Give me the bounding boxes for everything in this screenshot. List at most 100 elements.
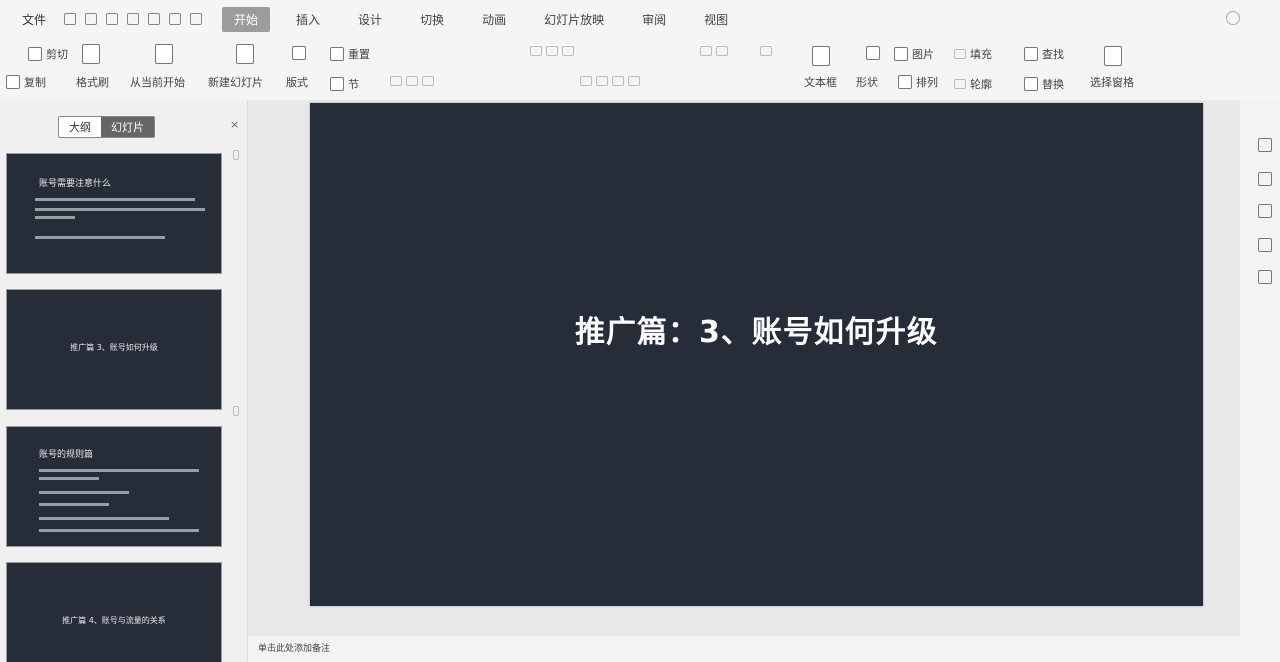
section-button[interactable]: 节 [330, 76, 359, 92]
outline-button[interactable]: 轮廓 [954, 76, 992, 92]
tab-home[interactable]: 开始 [222, 6, 271, 32]
picture-button[interactable]: 图片 [894, 46, 934, 62]
slide-thumbnail-4[interactable]: 推广篇 4、账号与流量的关系 [6, 562, 222, 662]
justify-icon[interactable] [628, 76, 640, 86]
new-icon[interactable] [64, 13, 77, 25]
replace-icon [1024, 77, 1038, 91]
notes-bar[interactable]: 单击此处添加备注 [248, 636, 1280, 662]
close-icon[interactable]: × [230, 118, 239, 131]
slide-title[interactable]: 推广篇：3、账号如何升级 [310, 307, 1203, 351]
undo-icon[interactable] [169, 13, 182, 25]
scrollbar-thumb[interactable] [233, 406, 239, 416]
bullets-group [700, 46, 728, 56]
preview-icon[interactable] [148, 13, 161, 25]
bullet-list-icon[interactable] [700, 46, 712, 56]
fill-icon [954, 49, 966, 59]
settings-icon[interactable] [1226, 11, 1240, 25]
clear-format-icon[interactable] [562, 46, 574, 56]
shape-label[interactable]: 形状 [856, 74, 878, 90]
save-icon[interactable] [106, 13, 119, 25]
grow-font-icon[interactable] [530, 46, 542, 56]
replace-button[interactable]: 替换 [1024, 76, 1064, 92]
select-pane-label[interactable]: 选择窗格 [1090, 74, 1134, 90]
italic-icon[interactable] [406, 76, 418, 86]
scissors-icon [28, 47, 42, 61]
textbox-label[interactable]: 文本框 [804, 74, 837, 90]
print-icon[interactable] [127, 13, 140, 25]
tab-review[interactable]: 审阅 [630, 7, 678, 32]
fill-button[interactable]: 填充 [954, 46, 992, 62]
find-button[interactable]: 查找 [1024, 46, 1064, 62]
tab-insert[interactable]: 插入 [284, 7, 332, 32]
redo-icon[interactable] [190, 13, 203, 25]
tab-transitions[interactable]: 切换 [408, 7, 456, 32]
thumbnail-title: 账号的规则篇 [39, 450, 94, 460]
font-group [390, 76, 434, 86]
thumbnail-text-line [35, 208, 205, 211]
thumbnail-text-line [39, 477, 99, 480]
tab-animations[interactable]: 动画 [470, 7, 518, 32]
shrink-font-icon[interactable] [546, 46, 558, 56]
right-toolbar [1240, 100, 1280, 636]
layout-icon [292, 46, 306, 60]
new-slide-label[interactable]: 新建幻灯片 [208, 74, 263, 90]
quick-access-toolbar [64, 13, 203, 25]
shape-button[interactable] [866, 46, 880, 60]
thumbnail-text-line [39, 469, 199, 472]
clipboard-icon [82, 44, 100, 64]
history-icon[interactable] [1258, 270, 1272, 284]
presentation-app: 文件 开始 插入 设计 切换 动画 幻灯片放映 审阅 视图 剪切 复制 格式刷 … [0, 0, 1280, 662]
slide-thumbnail-1[interactable]: 账号需要注意什么 [6, 153, 222, 274]
indent-icon[interactable] [760, 46, 772, 56]
bold-icon[interactable] [390, 76, 402, 86]
file-menu[interactable]: 文件 [22, 11, 46, 28]
thumbnail-text-line [39, 517, 169, 520]
outline-view-tab[interactable]: 大纲 [59, 117, 101, 137]
select-pane-button[interactable] [1104, 46, 1122, 66]
arrange-button[interactable]: 排列 [898, 74, 938, 90]
slides-view-tab[interactable]: 幻灯片 [101, 117, 154, 137]
reset-icon [330, 47, 344, 61]
thumbnail-title: 账号需要注意什么 [39, 179, 112, 189]
outline-icon [954, 79, 966, 89]
align-right-icon[interactable] [612, 76, 624, 86]
tab-slideshow[interactable]: 幻灯片放映 [532, 7, 616, 32]
new-slide-button[interactable] [236, 44, 254, 64]
thumbnail-text-line [39, 529, 199, 532]
copy-button[interactable]: 复制 [6, 74, 46, 90]
thumbnail-text-line [39, 491, 129, 494]
layout-button[interactable] [292, 46, 306, 60]
paste-button[interactable] [82, 44, 100, 64]
thumbnail-text-line [35, 216, 75, 219]
slide-thumbnail-3[interactable]: 账号的规则篇 [6, 426, 222, 547]
format-painter-button[interactable]: 格式刷 [76, 74, 109, 90]
reset-button[interactable]: 重置 [330, 46, 370, 62]
slide-thumbnail-2[interactable]: 推广篇 3、账号如何升级 [6, 289, 222, 410]
align-left-icon[interactable] [580, 76, 592, 86]
animation-pane-icon[interactable] [1258, 138, 1272, 152]
indent-group [760, 46, 772, 56]
thumbnail-text-line [39, 503, 109, 506]
tab-design[interactable]: 设计 [346, 7, 394, 32]
open-icon[interactable] [85, 13, 98, 25]
cut-button[interactable]: 剪切 [28, 46, 68, 62]
numbered-list-icon[interactable] [716, 46, 728, 56]
play-from-current-button[interactable] [155, 44, 173, 64]
thumbnail-text-line [35, 236, 165, 239]
slide-thumbnail-panel: 大纲 幻灯片 × 账号需要注意什么 推广篇 3、账号如何升级 账号的规则篇 推广… [0, 100, 248, 662]
menu-bar: 文件 开始 插入 设计 切换 动画 幻灯片放映 审阅 视图 [0, 0, 1280, 38]
picture-icon [894, 47, 908, 61]
textbox-button[interactable] [812, 46, 830, 66]
underline-icon[interactable] [422, 76, 434, 86]
current-slide[interactable]: 推广篇：3、账号如何升级 [310, 103, 1203, 606]
layout-label[interactable]: 版式 [286, 74, 308, 90]
from-current-label[interactable]: 从当前开始 [130, 74, 185, 90]
scroll-up-icon[interactable] [233, 150, 239, 160]
comments-icon[interactable] [1258, 172, 1272, 186]
properties-icon[interactable] [1258, 204, 1272, 218]
tab-view[interactable]: 视图 [692, 7, 740, 32]
search-icon [1024, 47, 1038, 61]
backup-icon[interactable] [1258, 238, 1272, 252]
arrange-icon [898, 75, 912, 89]
align-center-icon[interactable] [596, 76, 608, 86]
